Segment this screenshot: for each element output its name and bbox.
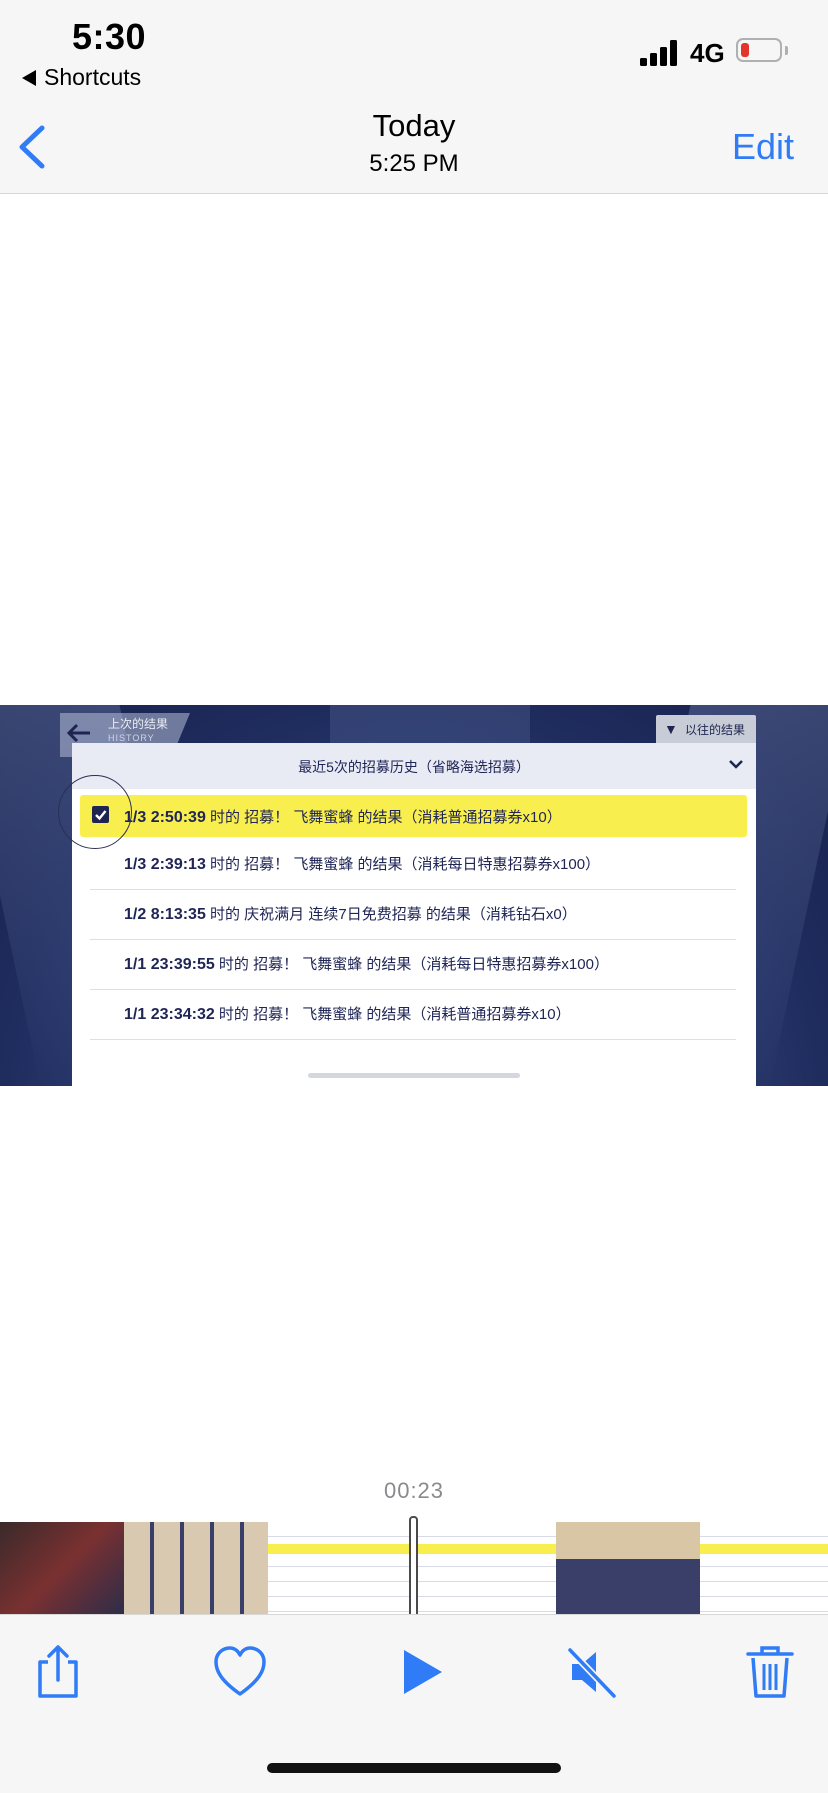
play-icon[interactable] xyxy=(392,1644,452,1700)
signal-icon xyxy=(640,40,680,66)
chevron-down-icon[interactable] xyxy=(728,757,744,771)
heart-icon[interactable] xyxy=(210,1644,270,1700)
row-time: 1/2 8:13:35 xyxy=(124,906,206,923)
row-desc: 时的 庆祝满月 连续7日免费招募 的结果（消耗钻石x0） xyxy=(210,906,577,923)
history-row[interactable]: 1/1 23:39:55 时的 招募！ 飞舞蜜蜂 的结果（消耗每日特惠招募券x1… xyxy=(90,939,736,990)
row-desc: 时的 招募！ 飞舞蜜蜂 的结果（消耗普通招募券x10） xyxy=(210,809,562,826)
row-time: 1/3 2:39:13 xyxy=(124,856,206,873)
playhead-scrubber[interactable] xyxy=(409,1516,418,1620)
edit-button[interactable]: Edit xyxy=(732,126,794,168)
video-frame[interactable]: 上次的结果 HISTORY ▼ 以往的结果 最近5次的招募历史（省略海选招募） … xyxy=(0,705,828,1086)
filmstrip-frame xyxy=(268,1522,412,1614)
row-time: 1/1 23:39:55 xyxy=(124,956,215,973)
back-app-label: Shortcuts xyxy=(44,64,142,90)
row-desc: 时的 招募！ 飞舞蜜蜂 的结果（消耗普通招募券x10） xyxy=(218,1006,571,1023)
history-row[interactable]: 1/3 2:39:13 时的 招募！ 飞舞蜜蜂 的结果（消耗每日特惠招募券x10… xyxy=(90,839,736,890)
caret-down-icon: ▼ xyxy=(664,721,678,737)
status-time: 5:30 xyxy=(72,16,147,57)
filmstrip-frame xyxy=(700,1522,828,1614)
filmstrip-frame xyxy=(556,1522,700,1614)
history-row[interactable]: 1/3 2:50:39 时的 招募！ 飞舞蜜蜂 的结果（消耗普通招募券x10） xyxy=(80,795,747,837)
row-desc: 时的 招募！ 飞舞蜜蜂 的结果（消耗每日特惠招募券x100） xyxy=(218,956,609,973)
filmstrip-frame xyxy=(412,1522,556,1614)
history-row[interactable]: 1/2 8:13:35 时的 庆祝满月 连续7日免费招募 的结果（消耗钻石x0） xyxy=(90,889,736,940)
mute-icon[interactable] xyxy=(564,1644,624,1700)
share-icon[interactable] xyxy=(28,1644,88,1700)
battery-icon xyxy=(736,38,782,62)
filmstrip-frame xyxy=(0,1522,124,1614)
row-desc: 时的 招募！ 飞舞蜜蜂 的结果（消耗每日特惠招募券x100） xyxy=(210,856,601,873)
history-panel-title: 最近5次的招募历史（省略海选招募） xyxy=(298,759,530,775)
previous-results-label: 以往的结果 xyxy=(685,723,746,737)
touch-indicator xyxy=(58,775,132,849)
history-row[interactable]: 1/1 23:34:32 时的 招募！ 飞舞蜜蜂 的结果（消耗普通招募券x10） xyxy=(90,989,736,1040)
row-time: 1/1 23:34:32 xyxy=(124,1006,215,1023)
back-to-shortcuts[interactable]: Shortcuts xyxy=(22,64,141,91)
elapsed-time: 00:23 xyxy=(383,1478,445,1503)
nav-title: Today xyxy=(372,108,456,143)
history-subtitle: HISTORY xyxy=(108,733,155,743)
nav-subtitle: 5:25 PM xyxy=(369,150,459,177)
history-title: 上次的结果 xyxy=(108,717,169,731)
home-indicator[interactable] xyxy=(267,1763,561,1773)
network-type: 4G xyxy=(690,38,725,68)
panel-scroll-indicator xyxy=(308,1073,520,1078)
battery-cap xyxy=(785,46,788,55)
row-time: 1/3 2:50:39 xyxy=(124,809,206,826)
trash-icon[interactable] xyxy=(740,1644,800,1700)
filmstrip-frame xyxy=(124,1522,268,1614)
back-triangle-icon xyxy=(22,69,36,86)
